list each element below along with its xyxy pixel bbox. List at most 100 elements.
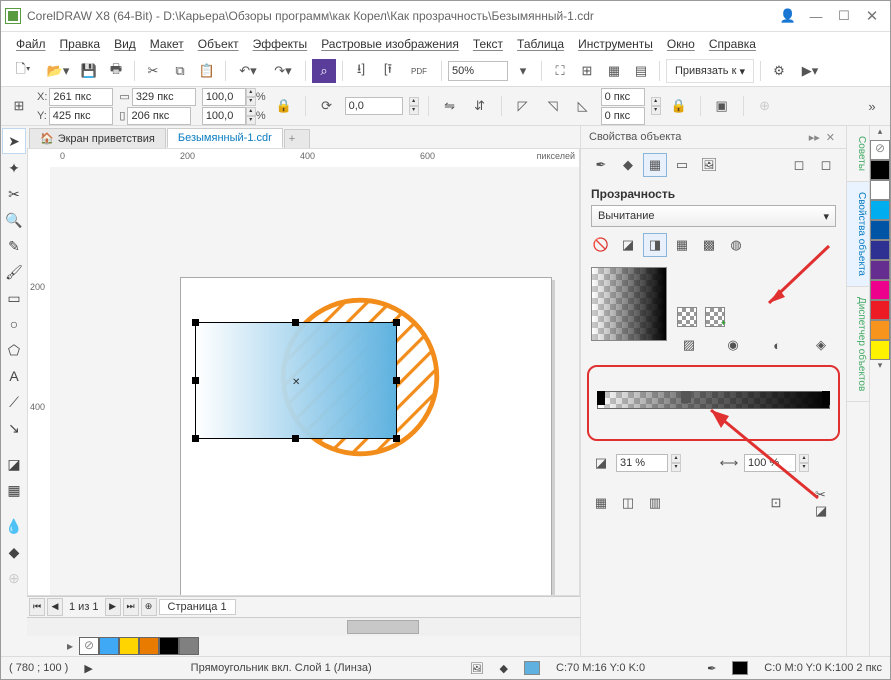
outline-spin[interactable]: ▴▾ — [651, 97, 661, 115]
corner-lock[interactable]: 🔒 — [667, 94, 691, 118]
pal-2[interactable] — [870, 200, 890, 220]
crop-tool[interactable]: ✂ — [3, 182, 25, 206]
fill-tab-icon[interactable]: ◆ — [616, 153, 640, 177]
node-color-picker[interactable] — [677, 307, 697, 327]
freeze-button[interactable]: ⊡ — [764, 491, 788, 515]
eyedropper-tool[interactable]: 💧 — [3, 514, 25, 538]
grad-linear[interactable]: ▨ — [677, 333, 701, 357]
frame-tab-icon[interactable]: ▭ — [670, 153, 694, 177]
menu-file[interactable]: Файл — [9, 37, 53, 51]
grad-square[interactable]: ◈ — [809, 333, 833, 357]
page-last[interactable]: ⏭ — [123, 598, 139, 616]
rectangle-object[interactable]: ✕ — [195, 322, 397, 439]
trans-texture[interactable]: ◍ — [724, 233, 748, 257]
pal-4[interactable] — [870, 240, 890, 260]
pal-6[interactable] — [870, 280, 890, 300]
more-button[interactable]: » — [860, 94, 884, 118]
outline-h[interactable]: 0 пкс — [601, 107, 645, 125]
vtab-objmgr[interactable]: Диспетчер объектов — [847, 287, 869, 402]
panel-dock[interactable]: ▸▸ — [806, 131, 823, 144]
palette-down[interactable]: ▾ — [870, 360, 890, 374]
pal-1[interactable] — [870, 180, 890, 200]
canvas[interactable]: 0 200 400 600 пикселей 200 400 ✕ — [27, 148, 580, 596]
sy-input[interactable]: 100,0 — [202, 107, 246, 125]
menu-view[interactable]: Вид — [107, 37, 143, 51]
menu-tools[interactable]: Инструменты — [571, 37, 660, 51]
close-button[interactable]: ✕ — [858, 5, 886, 27]
docpal-4[interactable] — [159, 637, 179, 655]
trans-fountain[interactable]: ◨ — [643, 233, 667, 257]
w-input[interactable]: 329 пкс — [132, 88, 196, 106]
pdf-button[interactable]: PDF — [403, 59, 435, 83]
obj-origin-icon[interactable]: ⊞ — [7, 94, 31, 118]
freehand-tool[interactable]: ✎ — [3, 234, 25, 258]
menu-text[interactable]: Текст — [466, 37, 510, 51]
gradient-preview[interactable] — [591, 267, 667, 341]
status-outline-icon[interactable]: ✒ — [707, 662, 716, 675]
wrap-button[interactable]: ▣ — [710, 94, 734, 118]
zoom-tool[interactable]: 🔍 — [3, 208, 25, 232]
sx-input[interactable]: 100,0 — [202, 88, 246, 106]
x-input[interactable]: 261 пкс — [49, 88, 113, 106]
menu-window[interactable]: Окно — [660, 37, 702, 51]
add-button[interactable]: ⊕ — [753, 94, 777, 118]
tab-document[interactable]: Безымянный-1.cdr — [167, 128, 283, 148]
trans-bitmap[interactable]: ▩ — [697, 233, 721, 257]
zoom-input[interactable]: 50% — [448, 61, 508, 81]
page-prev[interactable]: ◀ — [47, 598, 63, 616]
transparency-tool[interactable]: ▦ — [3, 478, 25, 502]
page-add[interactable]: ⊕ — [141, 598, 157, 616]
search-button[interactable]: ⌕ — [312, 59, 336, 83]
cut-button[interactable]: ✂ — [141, 59, 165, 83]
fill-tool[interactable]: ◆ — [3, 540, 25, 564]
palette-up[interactable]: ▴ — [870, 126, 890, 140]
tab-new[interactable]: + — [284, 129, 310, 148]
docpal-5[interactable] — [179, 637, 199, 655]
docpal-1[interactable] — [99, 637, 119, 655]
rectangle-tool[interactable]: ▭ — [3, 286, 25, 310]
save-button[interactable]: 💾 — [77, 59, 101, 83]
h-scrollbar[interactable] — [27, 617, 580, 636]
pick-tool[interactable]: ➤ — [2, 128, 26, 154]
target-outline[interactable]: ◫ — [616, 491, 640, 515]
opac1-spin[interactable]: ▴▾ — [671, 454, 681, 472]
pal-none[interactable]: ⊘ — [870, 140, 890, 160]
trans-uniform[interactable]: ◪ — [616, 233, 640, 257]
page-next[interactable]: ▶ — [105, 598, 121, 616]
status-proof-icon[interactable]: 🖼 — [470, 662, 484, 675]
pal-3[interactable] — [870, 220, 890, 240]
target-fill[interactable]: ▦ — [589, 491, 613, 515]
page-tab[interactable]: Страница 1 — [159, 599, 236, 615]
trans-pattern[interactable]: ▦ — [670, 233, 694, 257]
tab-welcome[interactable]: 🏠 Экран приветствия — [29, 128, 166, 148]
copy-trans[interactable]: ✂◪ — [814, 491, 838, 515]
docpal-none[interactable]: ⊘ — [79, 637, 99, 655]
export-button[interactable]: [⭱ — [376, 59, 400, 83]
panel-opt2[interactable]: ◻ — [814, 153, 838, 177]
more-tools[interactable]: ⊕ — [3, 566, 25, 590]
status-fill-swatch[interactable] — [524, 661, 540, 675]
corner-3[interactable]: ◺ — [571, 94, 595, 118]
sy-spinner[interactable]: ▴▾ — [246, 107, 256, 125]
merge-mode-dropdown[interactable]: Вычитание▾ — [591, 205, 836, 227]
trans-none[interactable]: 🚫 — [589, 233, 613, 257]
grad-radial[interactable]: ◉ — [721, 333, 745, 357]
outline-w[interactable]: 0 пкс — [601, 88, 645, 106]
lock-ratio[interactable]: 🔒 — [272, 94, 296, 118]
panel-close[interactable]: ✕ — [823, 131, 838, 144]
status-fill-icon[interactable]: ◆ — [500, 662, 508, 675]
new-button[interactable]: 🗋▾ — [7, 59, 39, 83]
pal-9[interactable] — [870, 340, 890, 360]
open-button[interactable]: 📂▾ — [42, 59, 74, 83]
ruler-corner[interactable] — [28, 149, 51, 168]
minimize-button[interactable]: — — [802, 5, 830, 27]
h-input[interactable]: 206 пкс — [127, 107, 191, 125]
vtab-objprops[interactable]: Свойства объекта — [847, 182, 869, 287]
launch-button[interactable]: ▶▾ — [794, 59, 826, 83]
rulers-button[interactable]: ⊞ — [575, 59, 599, 83]
target-both[interactable]: ▥ — [643, 491, 667, 515]
transparency-tab-icon[interactable]: ▦ — [643, 153, 667, 177]
ellipse-tool[interactable]: ○ — [3, 312, 25, 336]
menu-layout[interactable]: Макет — [143, 37, 191, 51]
connector-tool[interactable]: ↘ — [3, 416, 25, 440]
